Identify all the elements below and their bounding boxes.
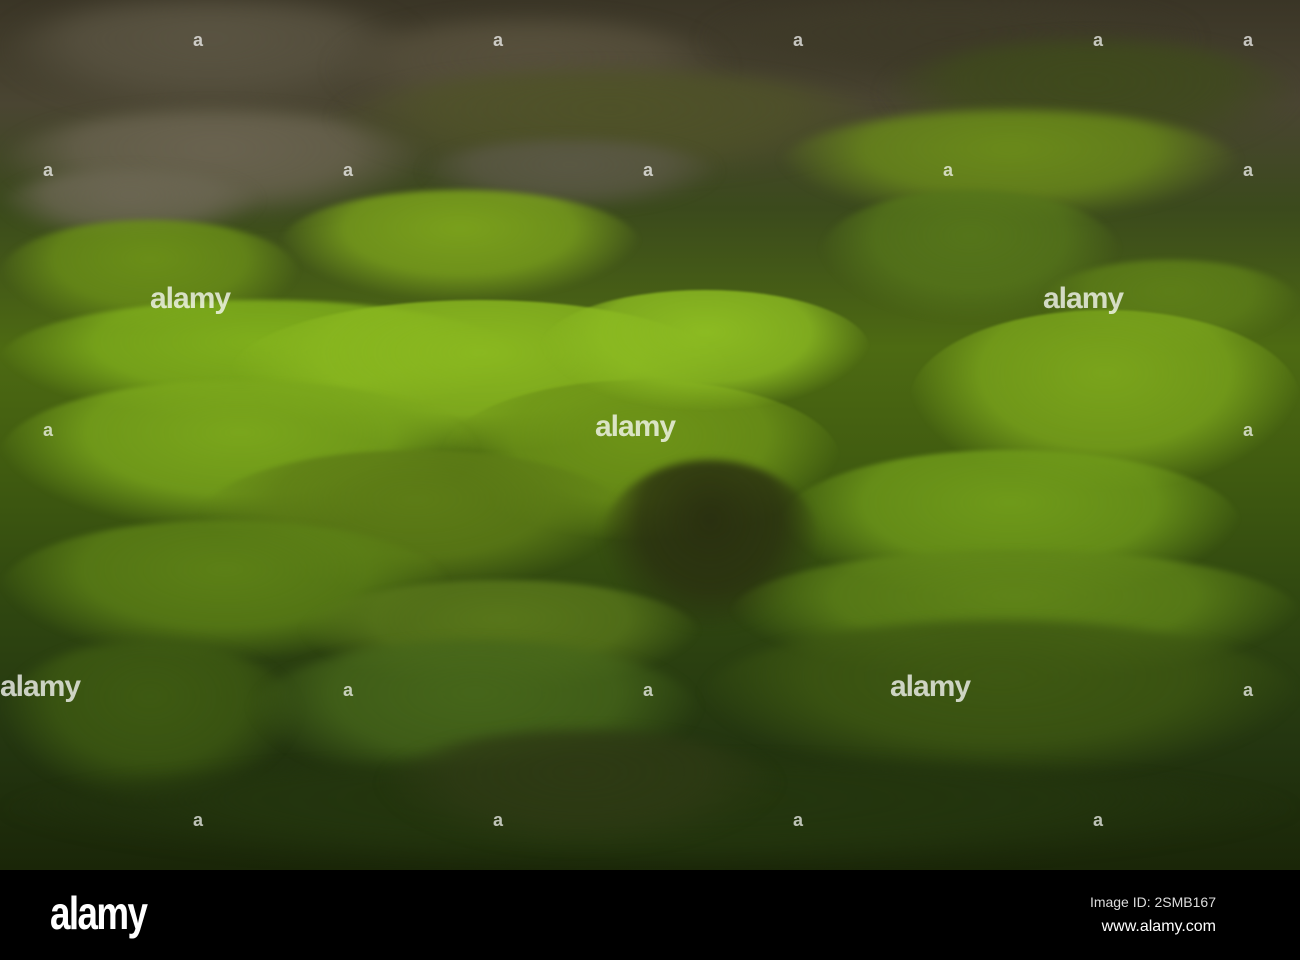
watermark-text: alamy	[0, 670, 81, 703]
moss-rock-shape	[540, 290, 870, 410]
website-link: www.alamy.com	[1101, 918, 1216, 935]
image-id-label: Image ID: 2SMB167	[1089, 894, 1216, 910]
watermark-mark: a	[1093, 810, 1104, 830]
watermark-text: alamy	[150, 282, 231, 315]
watermark-mark: a	[43, 420, 54, 440]
watermark-mark: a	[193, 810, 204, 830]
watermark-mark: a	[1093, 30, 1104, 50]
watermark-mark: a	[643, 160, 654, 180]
moss-rocks-photo: alamy alamy alamy alamy alamy a a a a a a a a a a a a a a a…	[0, 0, 1300, 870]
watermark-mark: a	[493, 810, 504, 830]
watermark-mark: a	[1243, 160, 1254, 180]
watermark-mark: a	[793, 30, 804, 50]
watermark-mark: a	[1243, 680, 1254, 700]
watermark-mark: a	[343, 160, 354, 180]
moss-rock-shape	[380, 730, 780, 850]
watermark-mark: a	[1243, 30, 1254, 50]
watermark-text: alamy	[1043, 282, 1124, 315]
moss-rock-shape	[700, 620, 1300, 780]
stock-photo-page: alamy alamy alamy alamy alamy a a a a a a a a a a a a a a a…	[0, 0, 1300, 960]
watermark-mark: a	[793, 810, 804, 830]
watermark-mark: a	[493, 30, 504, 50]
watermark-mark: a	[943, 160, 954, 180]
watermark-mark: a	[193, 30, 204, 50]
moss-rock-shape	[280, 190, 640, 300]
alamy-logo: alamy	[50, 887, 148, 939]
footer-bar: alamy Image ID: 2SMB167 www.alamy.com	[0, 870, 1300, 960]
watermark-text: alamy	[890, 670, 971, 703]
watermark-text: alamy	[595, 410, 676, 443]
watermark-mark: a	[1243, 420, 1254, 440]
watermark-mark: a	[643, 680, 654, 700]
watermark-mark: a	[343, 680, 354, 700]
watermark-mark: a	[43, 160, 54, 180]
